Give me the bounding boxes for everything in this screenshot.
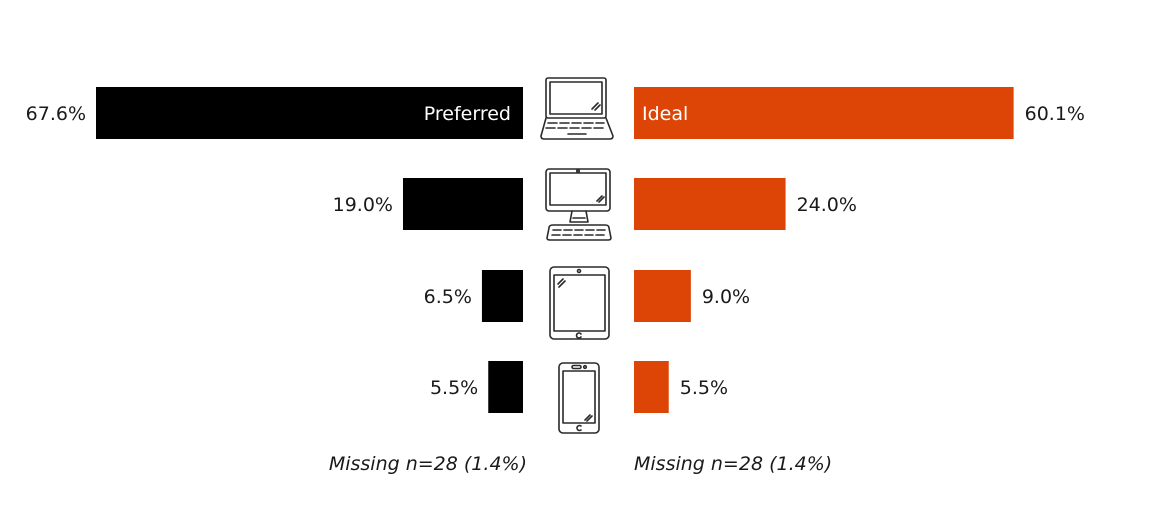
device-preference-chart: 67.6% Preferred 19.0% 6.5% 5.5% 60.1% Ideal 24… (26, 77, 1085, 475)
desktop-icon (545, 168, 612, 241)
preferred-value-label-laptop: 67.6% (26, 103, 86, 125)
ideal-series: 60.1% Ideal 24.0% 9.0% 5.5% (634, 87, 1085, 413)
preferred-series-label: Preferred (424, 103, 511, 125)
ideal-bar-laptop (634, 87, 1014, 139)
ideal-value-label-tablet: 9.0% (702, 286, 750, 308)
preferred-bar-smartphone (488, 361, 523, 413)
preferred-value-label-smartphone: 5.5% (430, 377, 478, 399)
ideal-value-label-desktop-computer: 24.0% (797, 194, 857, 216)
laptop-icon (540, 77, 614, 140)
preferred-value-label-tablet: 6.5% (424, 286, 472, 308)
ideal-missing-note: Missing n=28 (1.4%) (634, 453, 832, 475)
preferred-value-label-desktop-computer: 19.0% (333, 194, 393, 216)
smartphone-icon (558, 362, 600, 434)
preferred-series: 67.6% Preferred 19.0% 6.5% 5.5% (26, 87, 523, 413)
ideal-bar-tablet (634, 270, 691, 322)
preferred-bar-desktop-computer (402, 178, 523, 230)
ideal-value-label-smartphone: 5.5% (680, 377, 728, 399)
preferred-bar-tablet (481, 270, 523, 322)
preferred-missing-note: Missing n=28 (1.4%) (329, 453, 527, 475)
ideal-bar-desktop-computer (634, 178, 786, 230)
tablet-icon (549, 266, 610, 340)
ideal-value-label-laptop: 60.1% (1025, 103, 1085, 125)
ideal-series-label: Ideal (642, 103, 688, 125)
ideal-bar-smartphone (634, 361, 669, 413)
